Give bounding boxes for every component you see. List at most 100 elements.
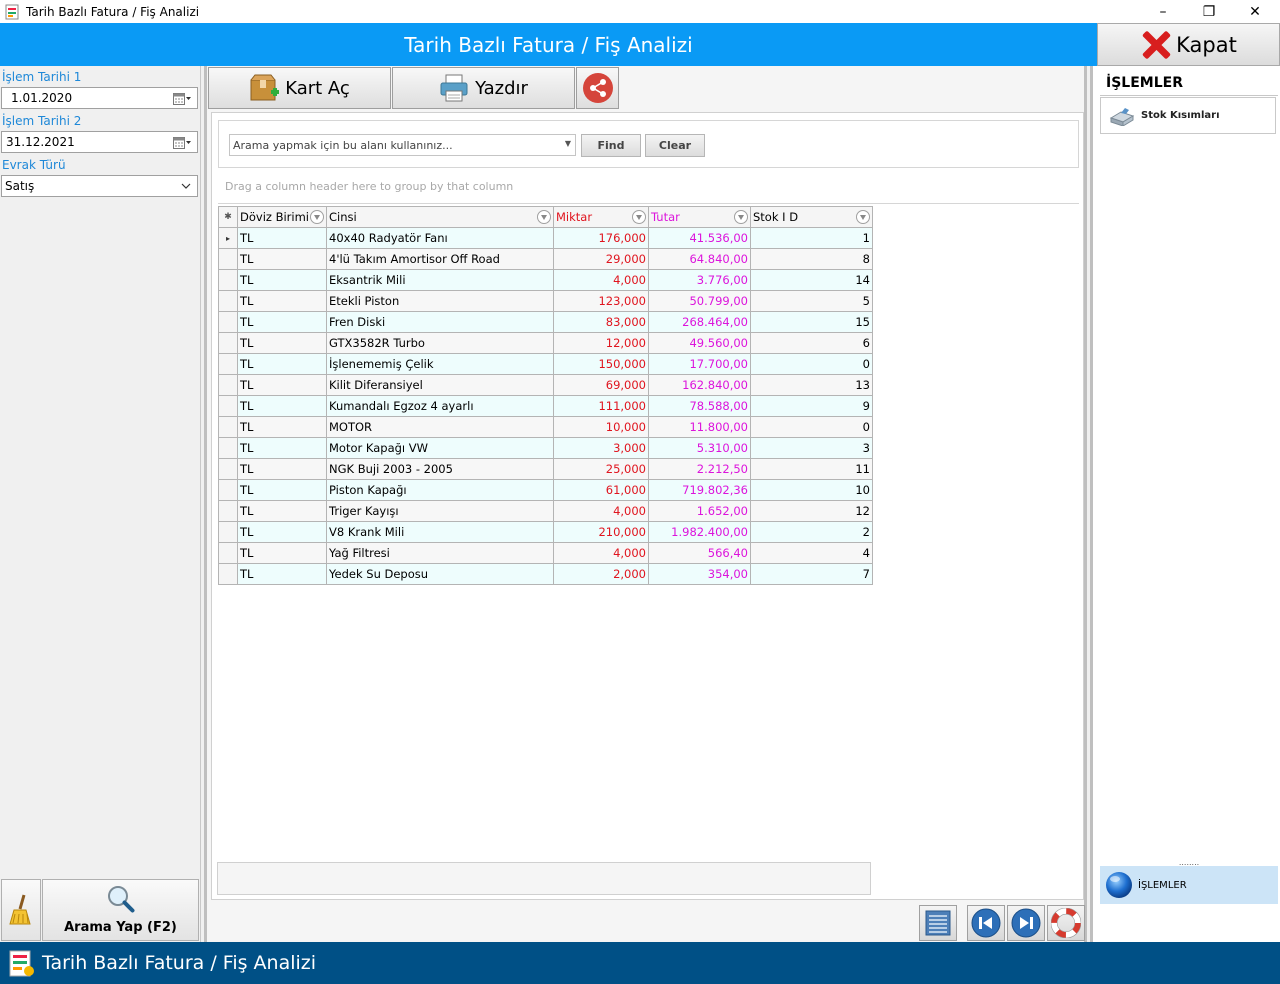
cell-quantity[interactable]: 12,000 — [553, 332, 649, 354]
cell-currency[interactable]: TL — [237, 332, 327, 354]
cell-quantity[interactable]: 111,000 — [553, 395, 649, 417]
column-header-quantity[interactable]: Miktar — [553, 206, 649, 228]
cell-amount[interactable]: 50.799,00 — [648, 290, 751, 312]
row-indicator[interactable] — [218, 353, 238, 375]
open-card-button[interactable]: Kart Aç — [208, 67, 391, 109]
minimize-button[interactable]: – — [1140, 0, 1186, 23]
search-button[interactable]: Arama Yap (F2) — [42, 879, 199, 941]
row-indicator[interactable] — [218, 479, 238, 501]
table-row[interactable]: TL NGK Buji 2003 - 2005 25,000 2.212,50 11 — [218, 458, 873, 480]
cell-stock-id[interactable]: 12 — [750, 500, 873, 522]
cell-quantity[interactable]: 2,000 — [553, 563, 649, 585]
cell-type[interactable]: Yağ Filtresi — [326, 542, 554, 564]
table-row[interactable]: TL V8 Krank Mili 210,000 1.982.400,00 2 — [218, 521, 873, 543]
cell-stock-id[interactable]: 14 — [750, 269, 873, 291]
table-row[interactable]: ▸ TL 40x40 Radyatör Fanı 176,000 41.536,00 1 — [218, 227, 873, 249]
table-row[interactable]: TL Fren Diski 83,000 268.464,00 15 — [218, 311, 873, 333]
cell-quantity[interactable]: 123,000 — [553, 290, 649, 312]
cell-stock-id[interactable]: 4 — [750, 542, 873, 564]
cell-stock-id[interactable]: 1 — [750, 227, 873, 249]
cell-amount[interactable]: 41.536,00 — [648, 227, 751, 249]
cell-stock-id[interactable]: 10 — [750, 479, 873, 501]
grid-layout-button[interactable] — [919, 905, 957, 941]
cell-quantity[interactable]: 4,000 — [553, 500, 649, 522]
table-row[interactable]: TL Triger Kayışı 4,000 1.652,00 12 — [218, 500, 873, 522]
filter-icon[interactable] — [856, 210, 870, 224]
find-input[interactable]: Arama yapmak için bu alanı kullanınız...… — [229, 134, 576, 156]
cell-quantity[interactable]: 69,000 — [553, 374, 649, 396]
filter-icon[interactable] — [537, 210, 551, 224]
row-indicator[interactable] — [218, 374, 238, 396]
kapat-button[interactable]: Kapat — [1097, 23, 1280, 66]
clear-filters-button[interactable] — [1, 879, 41, 941]
cell-stock-id[interactable]: 9 — [750, 395, 873, 417]
cell-quantity[interactable]: 4,000 — [553, 542, 649, 564]
cell-currency[interactable]: TL — [237, 269, 327, 291]
cell-currency[interactable]: TL — [237, 479, 327, 501]
cell-quantity[interactable]: 3,000 — [553, 437, 649, 459]
cell-currency[interactable]: TL — [237, 563, 327, 585]
cell-amount[interactable]: 64.840,00 — [648, 248, 751, 270]
date1-field[interactable]: 1.01.2020 — [1, 87, 198, 109]
table-row[interactable]: TL Yağ Filtresi 4,000 566,40 4 — [218, 542, 873, 564]
cell-amount[interactable]: 78.588,00 — [648, 395, 751, 417]
cell-stock-id[interactable]: 11 — [750, 458, 873, 480]
cell-quantity[interactable]: 10,000 — [553, 416, 649, 438]
cell-quantity[interactable]: 210,000 — [553, 521, 649, 543]
table-row[interactable]: TL MOTOR 10,000 11.800,00 0 — [218, 416, 873, 438]
last-record-button[interactable] — [1007, 905, 1045, 941]
row-indicator[interactable] — [218, 311, 238, 333]
taskbar-app-icon[interactable] — [6, 948, 36, 978]
cell-amount[interactable]: 354,00 — [648, 563, 751, 585]
table-row[interactable]: TL Etekli Piston 123,000 50.799,00 5 — [218, 290, 873, 312]
table-row[interactable]: TL 4'lü Takım Amortisor Off Road 29,000 64.… — [218, 248, 873, 270]
cell-quantity[interactable]: 150,000 — [553, 353, 649, 375]
table-row[interactable]: TL Eksantrik Mili 4,000 3.776,00 14 — [218, 269, 873, 291]
cell-currency[interactable]: TL — [237, 311, 327, 333]
find-button[interactable]: Find — [581, 134, 641, 157]
cell-amount[interactable]: 17.700,00 — [648, 353, 751, 375]
row-indicator[interactable] — [218, 563, 238, 585]
table-row[interactable]: TL Piston Kapağı 61,000 719.802,36 10 — [218, 479, 873, 501]
row-indicator[interactable] — [218, 458, 238, 480]
column-header-amount[interactable]: Tutar — [648, 206, 751, 228]
stock-sections-item[interactable]: Stok Kısımları — [1100, 97, 1276, 134]
cell-currency[interactable]: TL — [237, 290, 327, 312]
row-indicator[interactable] — [218, 269, 238, 291]
cell-stock-id[interactable]: 5 — [750, 290, 873, 312]
cell-type[interactable]: V8 Krank Mili — [326, 521, 554, 543]
cell-type[interactable]: Yedek Su Deposu — [326, 563, 554, 585]
table-row[interactable]: TL Yedek Su Deposu 2,000 354,00 7 — [218, 563, 873, 585]
cell-type[interactable]: Piston Kapağı — [326, 479, 554, 501]
cell-amount[interactable]: 162.840,00 — [648, 374, 751, 396]
cell-stock-id[interactable]: 13 — [750, 374, 873, 396]
table-row[interactable]: TL Kilit Diferansiyel 69,000 162.840,00 13 — [218, 374, 873, 396]
cell-amount[interactable]: 5.310,00 — [648, 437, 751, 459]
row-indicator[interactable] — [218, 290, 238, 312]
cell-type[interactable]: Kumandalı Egzoz 4 ayarlı — [326, 395, 554, 417]
first-record-button[interactable] — [967, 905, 1005, 941]
filter-icon[interactable] — [310, 210, 324, 224]
row-indicator[interactable] — [218, 416, 238, 438]
calendar-icon[interactable] — [173, 93, 191, 105]
column-header-currency[interactable]: Döviz Birimi — [237, 206, 327, 228]
cell-stock-id[interactable]: 15 — [750, 311, 873, 333]
cell-type[interactable]: Triger Kayışı — [326, 500, 554, 522]
cell-quantity[interactable]: 4,000 — [553, 269, 649, 291]
cell-currency[interactable]: TL — [237, 437, 327, 459]
cell-type[interactable]: Eksantrik Mili — [326, 269, 554, 291]
cell-amount[interactable]: 49.560,00 — [648, 332, 751, 354]
cell-currency[interactable]: TL — [237, 542, 327, 564]
cell-currency[interactable]: TL — [237, 227, 327, 249]
window-close-button[interactable]: ✕ — [1232, 0, 1278, 23]
cell-quantity[interactable]: 83,000 — [553, 311, 649, 333]
help-button[interactable] — [1047, 905, 1085, 941]
cell-type[interactable]: 4'lü Takım Amortisor Off Road — [326, 248, 554, 270]
dropdown-arrow-icon[interactable]: ▼ — [565, 139, 571, 148]
cell-currency[interactable]: TL — [237, 353, 327, 375]
cell-quantity[interactable]: 176,000 — [553, 227, 649, 249]
cell-type[interactable]: MOTOR — [326, 416, 554, 438]
calendar-icon[interactable] — [173, 137, 191, 149]
clear-button[interactable]: Clear — [645, 134, 705, 157]
cell-currency[interactable]: TL — [237, 416, 327, 438]
